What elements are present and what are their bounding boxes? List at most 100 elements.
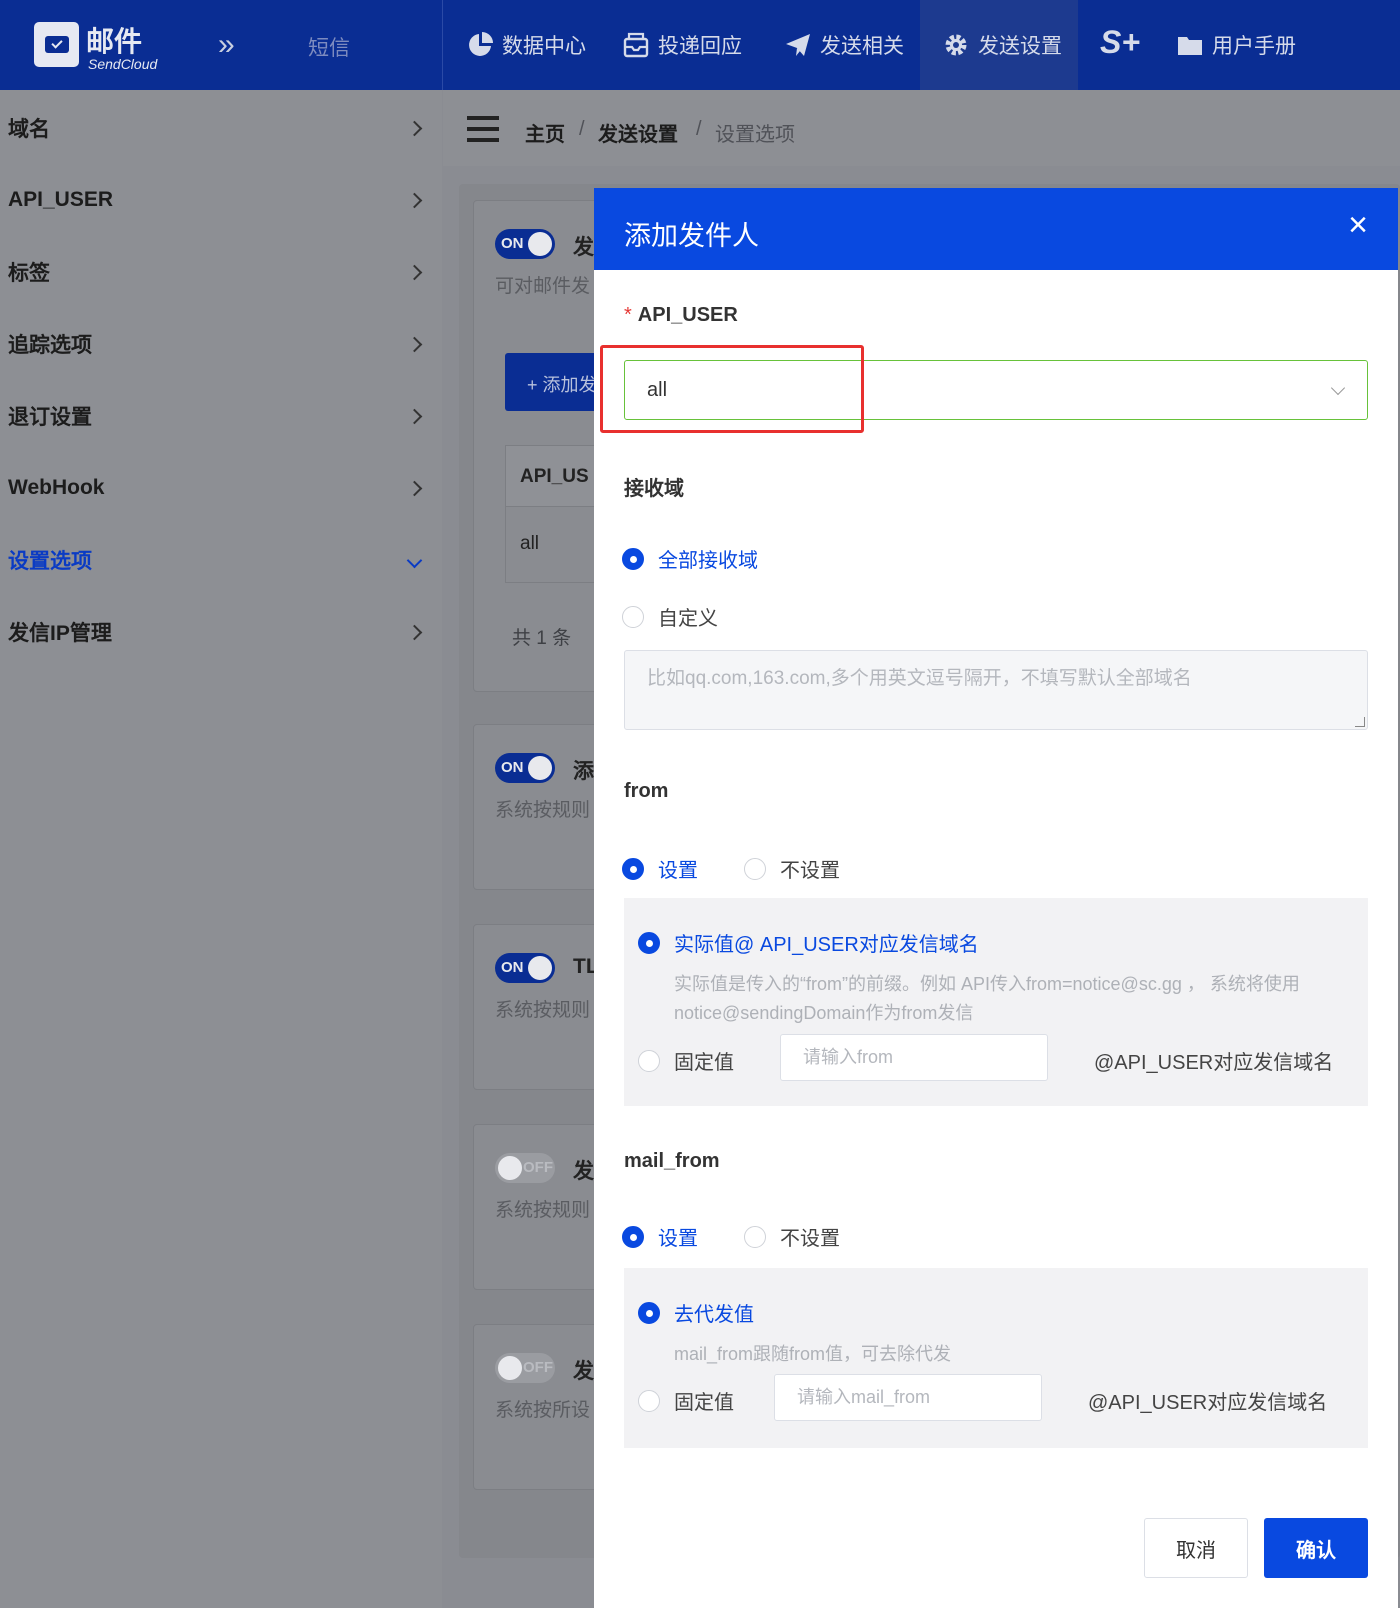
breadcrumb-home[interactable]: 主页 [525, 118, 565, 147]
card-desc: 系统按规则 [495, 800, 591, 821]
chevron-right-icon [406, 264, 423, 280]
from-input-field[interactable] [781, 1035, 1047, 1080]
radio-label: 设置 [658, 1228, 698, 1250]
from-hint: 实际值是传入的“from”的前缀。例如 API传入from=notice@sc.… [674, 974, 1300, 1023]
logo-title: 邮件 [86, 26, 143, 57]
sidebar-item-tags[interactable]: 标签 [8, 236, 428, 308]
sidebar-item-label: 域名 [8, 118, 50, 141]
sidebar-item-api-user[interactable]: API_USER [8, 164, 428, 236]
cancel-button[interactable]: 取消 [1144, 1518, 1248, 1578]
sidebar-item-domain[interactable]: 域名 [8, 92, 428, 164]
off-toggle[interactable]: OFF [495, 1153, 555, 1183]
chevron-right-icon [406, 192, 423, 208]
close-icon[interactable]: × [1348, 208, 1368, 242]
sms-link[interactable]: 短信 [308, 32, 350, 62]
chevron-right-icon [406, 480, 423, 496]
breadcrumb-separator: / [696, 118, 702, 140]
confirm-button[interactable]: 确认 [1264, 1518, 1368, 1578]
sidebar: 域名 API_USER 标签 追踪选项 退订设置 WebHook 设置选项 发信… [0, 90, 442, 1608]
radio-mail-from-set[interactable]: 设置 [622, 1222, 698, 1251]
setting-card: ON 发 可对邮件发 + 添加发 API_US all 共 1 条 [473, 200, 615, 692]
from-options-panel: 实际值@ API_USER对应发信域名 实际值是传入的“from”的前缀。例如 … [624, 898, 1368, 1106]
api-user-label-text: API_USER [637, 304, 738, 326]
radio-from-actual[interactable]: 实际值@ API_USER对应发信域名 [638, 928, 979, 957]
splus-logo[interactable]: S+ [1100, 24, 1140, 61]
logo-subtitle: SendCloud [88, 56, 158, 72]
radio-dot [622, 857, 644, 880]
radio-from-unset[interactable]: 不设置 [744, 854, 840, 883]
from-input[interactable] [780, 1034, 1048, 1081]
on-toggle[interactable]: ON [495, 953, 555, 983]
breadcrumb-section[interactable]: 发送设置 [598, 118, 678, 147]
required-mark: * [624, 304, 632, 326]
radio-label: 固定值 [674, 1052, 734, 1074]
pagination-total: 共 1 条 [512, 628, 572, 649]
nav-send-related[interactable]: 发送相关 [784, 0, 904, 90]
nav-label: 发送相关 [820, 35, 904, 58]
radio-label: 不设置 [780, 1228, 840, 1250]
dialog-header: 添加发件人 × [594, 188, 1398, 270]
mail-from-suffix: @API_USER对应发信域名 [1088, 1392, 1328, 1414]
radio-from-set[interactable]: 设置 [622, 854, 698, 883]
mail-from-hint: mail_from跟随from值，可去除代发 [674, 1344, 952, 1364]
custom-domain-textarea[interactable]: 比如qq.com,163.com,多个用英文逗号隔开，不填写默认全部域名 [624, 650, 1368, 730]
sidebar-item-webhook[interactable]: WebHook [8, 452, 428, 524]
sidebar-item-unsubscribe[interactable]: 退订设置 [8, 380, 428, 452]
mail-from-label: mail_from [624, 1150, 720, 1172]
sidebar-item-tracking[interactable]: 追踪选项 [8, 308, 428, 380]
radio-dot [638, 1301, 660, 1324]
nav-label: 发送设置 [978, 35, 1062, 58]
sidebar-item-settings[interactable]: 设置选项 [8, 524, 428, 596]
card-desc: 系统按规则 [495, 1200, 591, 1221]
radio-dot [622, 605, 644, 628]
nav-send-settings[interactable]: 发送设置 [920, 0, 1078, 90]
radio-mail-from-unset[interactable]: 不设置 [744, 1222, 840, 1251]
on-toggle[interactable]: ON [495, 229, 555, 259]
card-title: 发 [573, 236, 594, 259]
hamburger-menu-icon[interactable] [467, 116, 499, 142]
radio-from-fixed[interactable]: 固定值 [638, 1046, 734, 1075]
on-toggle[interactable]: ON [495, 753, 555, 783]
nav-delivery-response[interactable]: 投递回应 [622, 0, 742, 90]
inbox-icon [623, 32, 649, 58]
mail-from-input[interactable] [774, 1374, 1042, 1421]
nav-label: 用户手册 [1212, 35, 1296, 58]
nav-user-manual[interactable]: 用户手册 [1176, 0, 1296, 90]
setting-card: ON 添 系统按规则 [473, 724, 613, 890]
radio-dot [744, 1225, 766, 1248]
card-title: 发 [573, 1160, 594, 1183]
sidebar-item-label: 发信IP管理 [8, 622, 112, 645]
api-user-label: * API_USER [624, 304, 738, 327]
sidebar-item-ip-management[interactable]: 发信IP管理 [8, 596, 428, 668]
send-icon [786, 34, 810, 56]
top-navbar: 邮件 SendCloud » 短信 数据中心 投递回应 发送相关 发送设置 S+… [0, 0, 1400, 90]
breadcrumb-separator: / [579, 118, 585, 140]
folder-icon [1178, 37, 1202, 55]
sidebar-item-label: 追踪选项 [8, 334, 92, 357]
mail-logo-icon[interactable] [34, 22, 79, 67]
chevron-right-icon [406, 408, 423, 424]
radio-label: 全部接收域 [658, 550, 758, 572]
radio-mail-from-fixed[interactable]: 固定值 [638, 1386, 734, 1415]
card-desc: 可对邮件发 [495, 276, 591, 297]
mail-from-input-field[interactable] [775, 1375, 1041, 1420]
chevron-right-icon [406, 624, 423, 640]
double-chevron-right-icon[interactable]: » [218, 28, 235, 62]
card-title: 添 [573, 760, 594, 783]
radio-label: 不设置 [780, 860, 840, 882]
radio-all-domains[interactable]: 全部接收域 [622, 544, 758, 573]
gear-icon [945, 34, 967, 56]
radio-dot [638, 1049, 660, 1072]
off-toggle[interactable]: OFF [495, 1353, 555, 1383]
card-title: 发 [573, 1360, 594, 1383]
setting-card: OFF 发 系统按规则 [473, 1124, 613, 1290]
radio-dot [638, 1389, 660, 1412]
resize-handle-icon[interactable] [1355, 717, 1365, 727]
radio-label: 去代发值 [674, 1304, 754, 1326]
nav-data-center[interactable]: 数据中心 [466, 0, 586, 90]
chevron-right-icon [406, 120, 423, 136]
nav-label: 数据中心 [502, 35, 586, 58]
recv-domain-label: 接收域 [624, 478, 684, 500]
radio-mail-from-remove[interactable]: 去代发值 [638, 1298, 754, 1327]
radio-custom-domain[interactable]: 自定义 [622, 602, 718, 631]
